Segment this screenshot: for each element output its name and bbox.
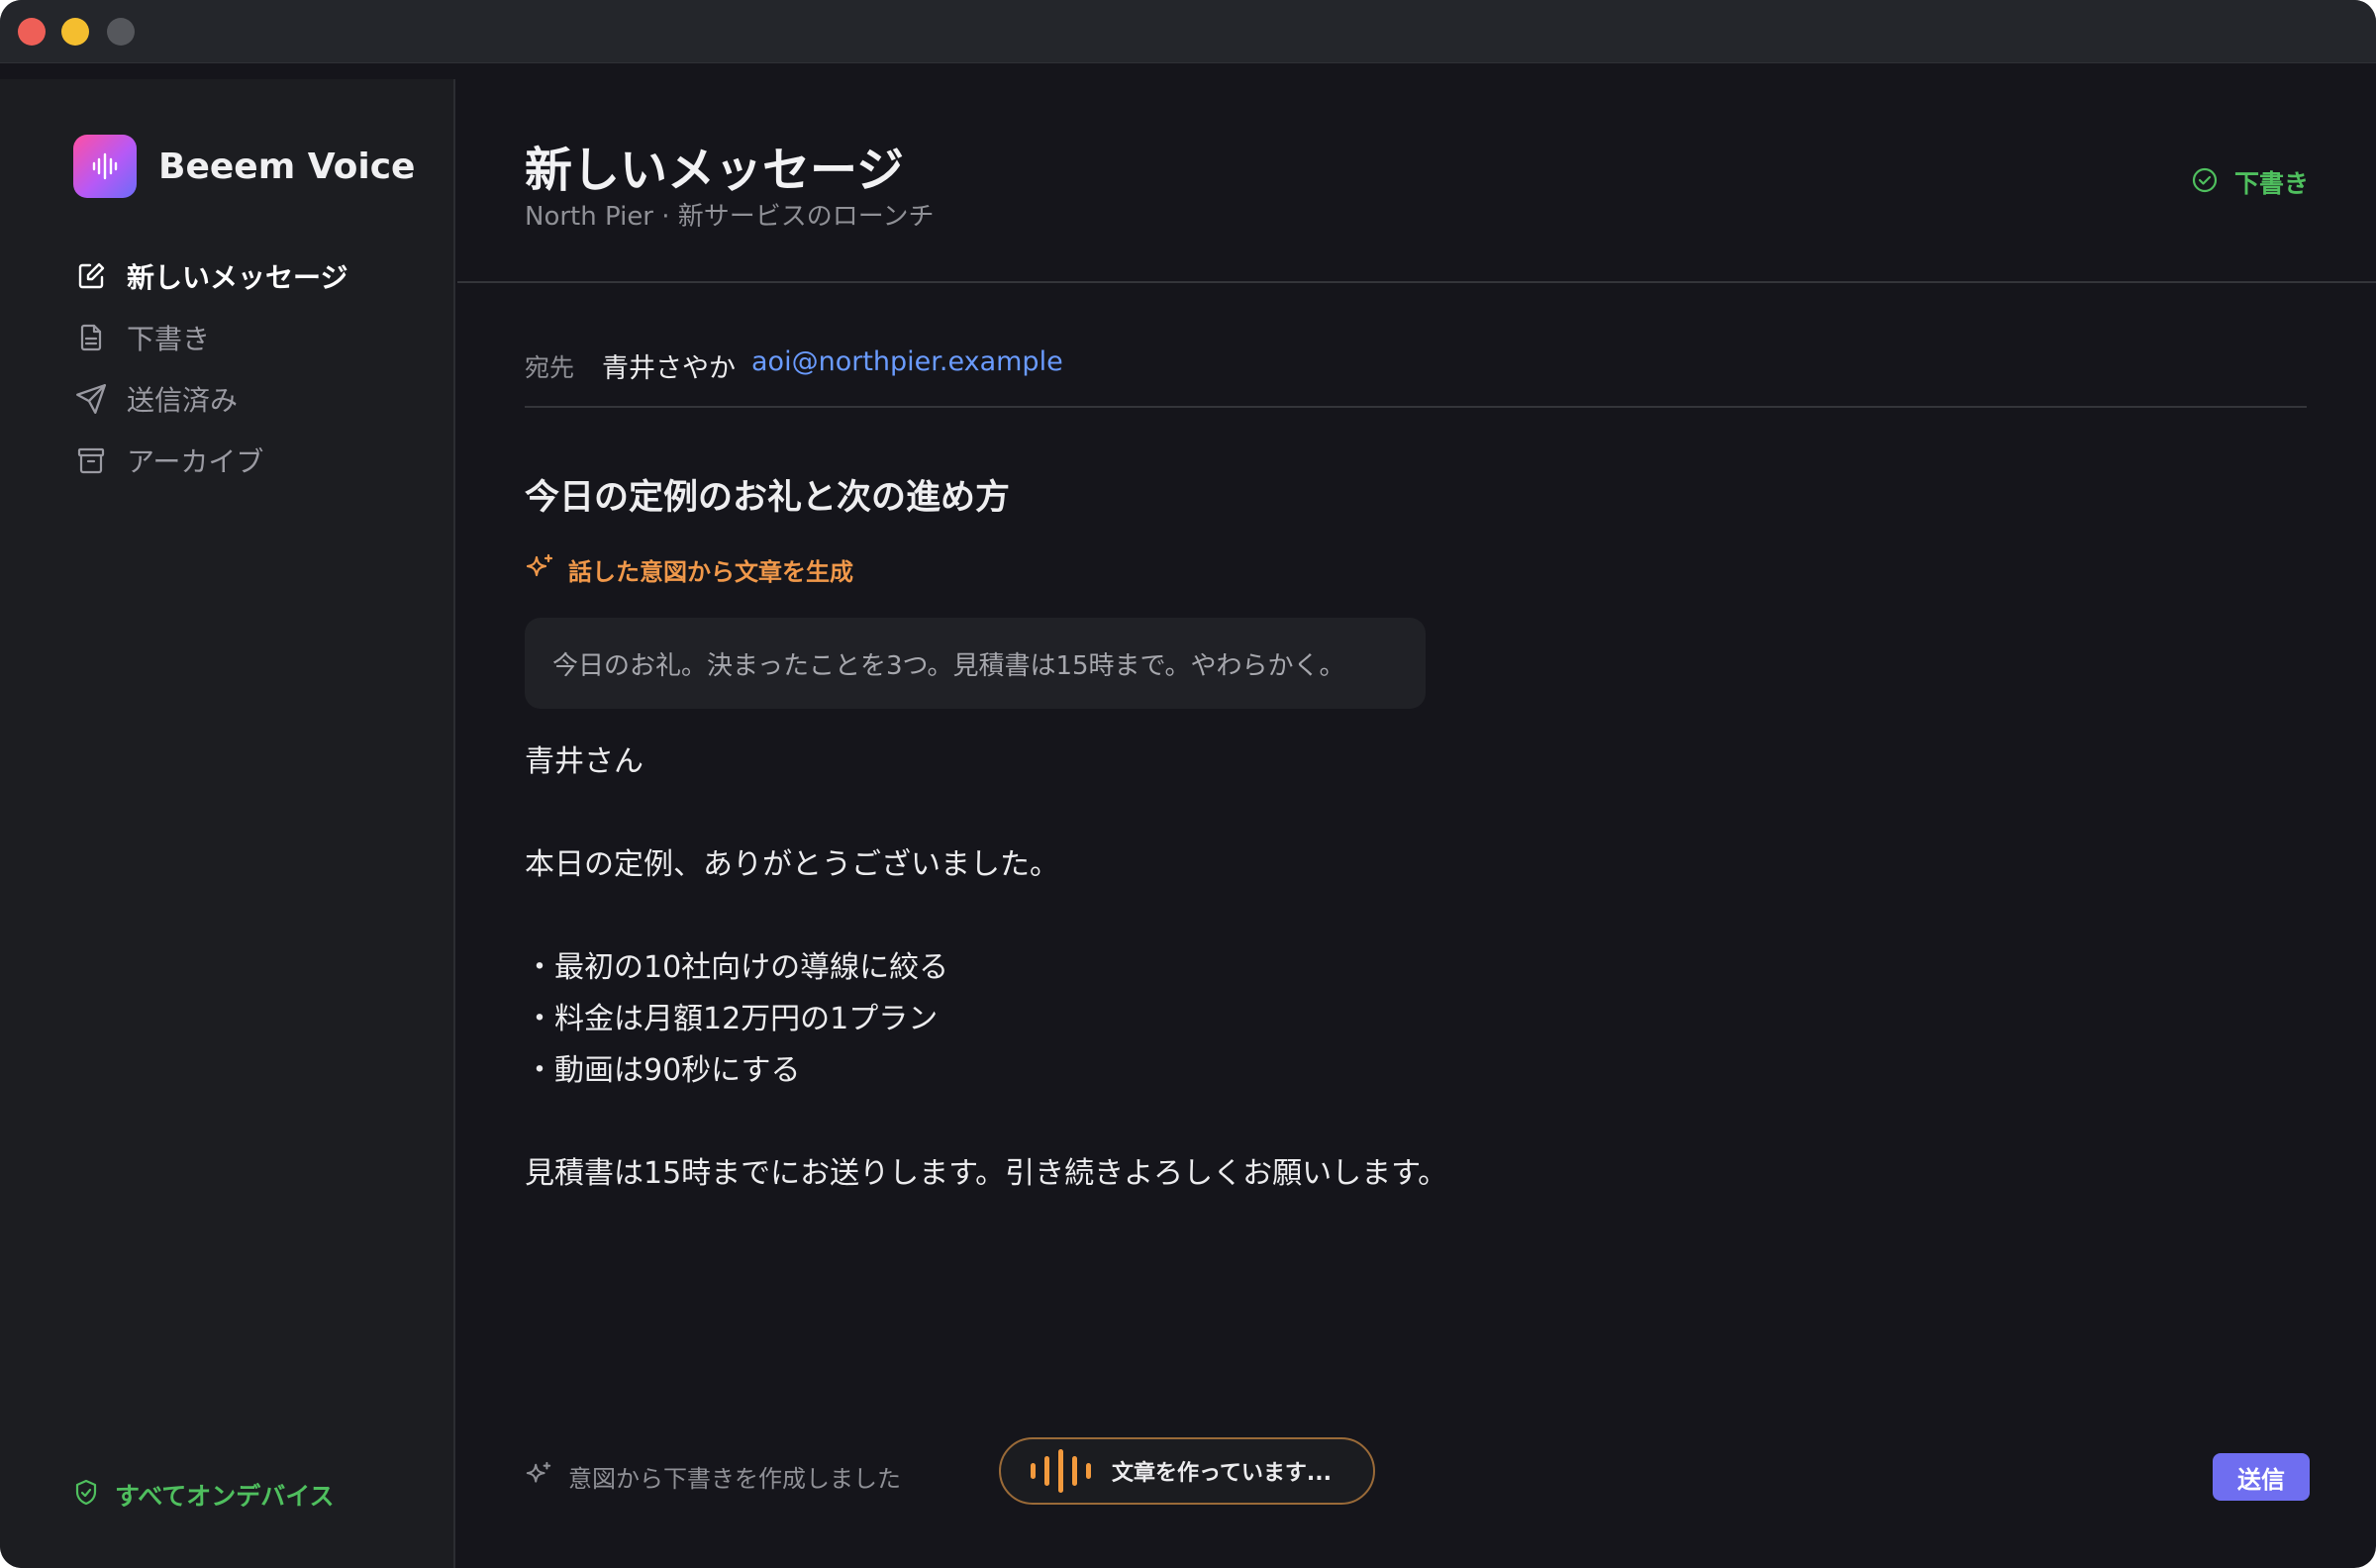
recipient-name: 青井さやか (602, 353, 737, 384)
brand: Beeem Voice (73, 135, 415, 198)
body-bullet: ・料金は月額12万円の1プラン (525, 1002, 939, 1036)
on-device-indicator: すべてオンデバイス (73, 1477, 335, 1513)
app-window: Beeem Voice 新しいメッセージ 下書き 送信済み アーカイブ すべてオ… (0, 0, 2376, 1568)
sidebar-item-drafts[interactable]: 下書き (73, 307, 347, 368)
voice-recording-pill[interactable]: 文章を作っています... (999, 1437, 1375, 1505)
title-bar (0, 0, 2376, 63)
waveform-icon (73, 135, 137, 198)
body-line: 本日の定例、ありがとうございました。 (525, 847, 1059, 882)
compose-icon (73, 258, 109, 294)
sidebar-nav: 新しいメッセージ 下書き 送信済み アーカイブ (73, 245, 347, 491)
generate-from-intent-label: 話した意図から文章を生成 (525, 552, 853, 587)
generate-label-text: 話した意図から文章を生成 (568, 558, 853, 586)
page-title: 新しいメッセージ (525, 143, 905, 198)
subject-field[interactable]: 今日の定例のお礼と次の進め方 (525, 469, 1010, 520)
sparkle-icon (525, 553, 554, 587)
message-body[interactable]: 青井さん 本日の定例、ありがとうございました。 ・最初の10社向けの導線に絞る … (525, 736, 2208, 1200)
send-icon (73, 381, 109, 417)
recipient-email[interactable]: aoi@northpier.example (751, 346, 1063, 377)
waveform-icon (1031, 1449, 1100, 1493)
body-bullet: ・動画は90秒にする (525, 1053, 801, 1088)
on-device-label: すべてオンデバイス (115, 1482, 335, 1511)
minimize-window-button[interactable] (61, 18, 89, 46)
body-bullet: ・最初の10社向けの導線に絞る (525, 950, 949, 985)
generation-note: 意図から下書きを作成しました (525, 1459, 901, 1494)
body-greeting: 青井さん (525, 744, 644, 779)
recording-status-label: 文章を作っています... (1112, 1461, 1332, 1486)
sidebar-item-sent[interactable]: 送信済み (73, 368, 347, 430)
sidebar-item-new-message[interactable]: 新しいメッセージ (73, 245, 347, 307)
sidebar: Beeem Voice 新しいメッセージ 下書き 送信済み アーカイブ すべてオ… (0, 79, 455, 1568)
sidebar-item-label: 新しいメッセージ (127, 261, 348, 294)
close-window-button[interactable] (18, 18, 46, 46)
document-icon (73, 320, 109, 355)
intent-text: 今日のお礼。決まったことを3つ。見積書は15時まで。やわらかく。 (552, 650, 1345, 681)
archive-icon (73, 442, 109, 478)
intent-transcript: 今日のお礼。決まったことを3つ。見積書は15時まで。やわらかく。 (525, 618, 1426, 709)
draft-status-label: 下書き (2233, 169, 2309, 198)
body-closing: 見積書は15時までにお送りします。引き続きよろしくお願いします。 (525, 1156, 1448, 1191)
generation-note-text: 意図から下書きを作成しました (568, 1465, 901, 1493)
page-subtitle: North Pier · 新サービスのローンチ (525, 202, 935, 232)
sidebar-item-label: 下書き (127, 323, 211, 355)
sidebar-item-label: 送信済み (127, 384, 239, 417)
app-name: Beeem Voice (158, 146, 416, 187)
shield-check-icon (73, 1479, 99, 1511)
draft-status: 下書き (2191, 164, 2309, 200)
maximize-window-button[interactable] (107, 18, 135, 46)
message-header: 新しいメッセージ North Pier · 新サービスのローンチ 下書き (457, 79, 2376, 283)
check-circle-icon (2191, 166, 2219, 198)
sidebar-item-archive[interactable]: アーカイブ (73, 430, 347, 491)
sidebar-item-label: アーカイブ (127, 445, 264, 478)
recipient-field[interactable]: 宛先 青井さやか aoi@northpier.example (525, 346, 2307, 408)
sparkle-icon (525, 1461, 552, 1493)
send-button[interactable]: 送信 (2213, 1453, 2310, 1501)
recipient-label: 宛先 (525, 353, 575, 382)
main-pane: 新しいメッセージ North Pier · 新サービスのローンチ 下書き 宛先 … (457, 79, 2376, 1568)
